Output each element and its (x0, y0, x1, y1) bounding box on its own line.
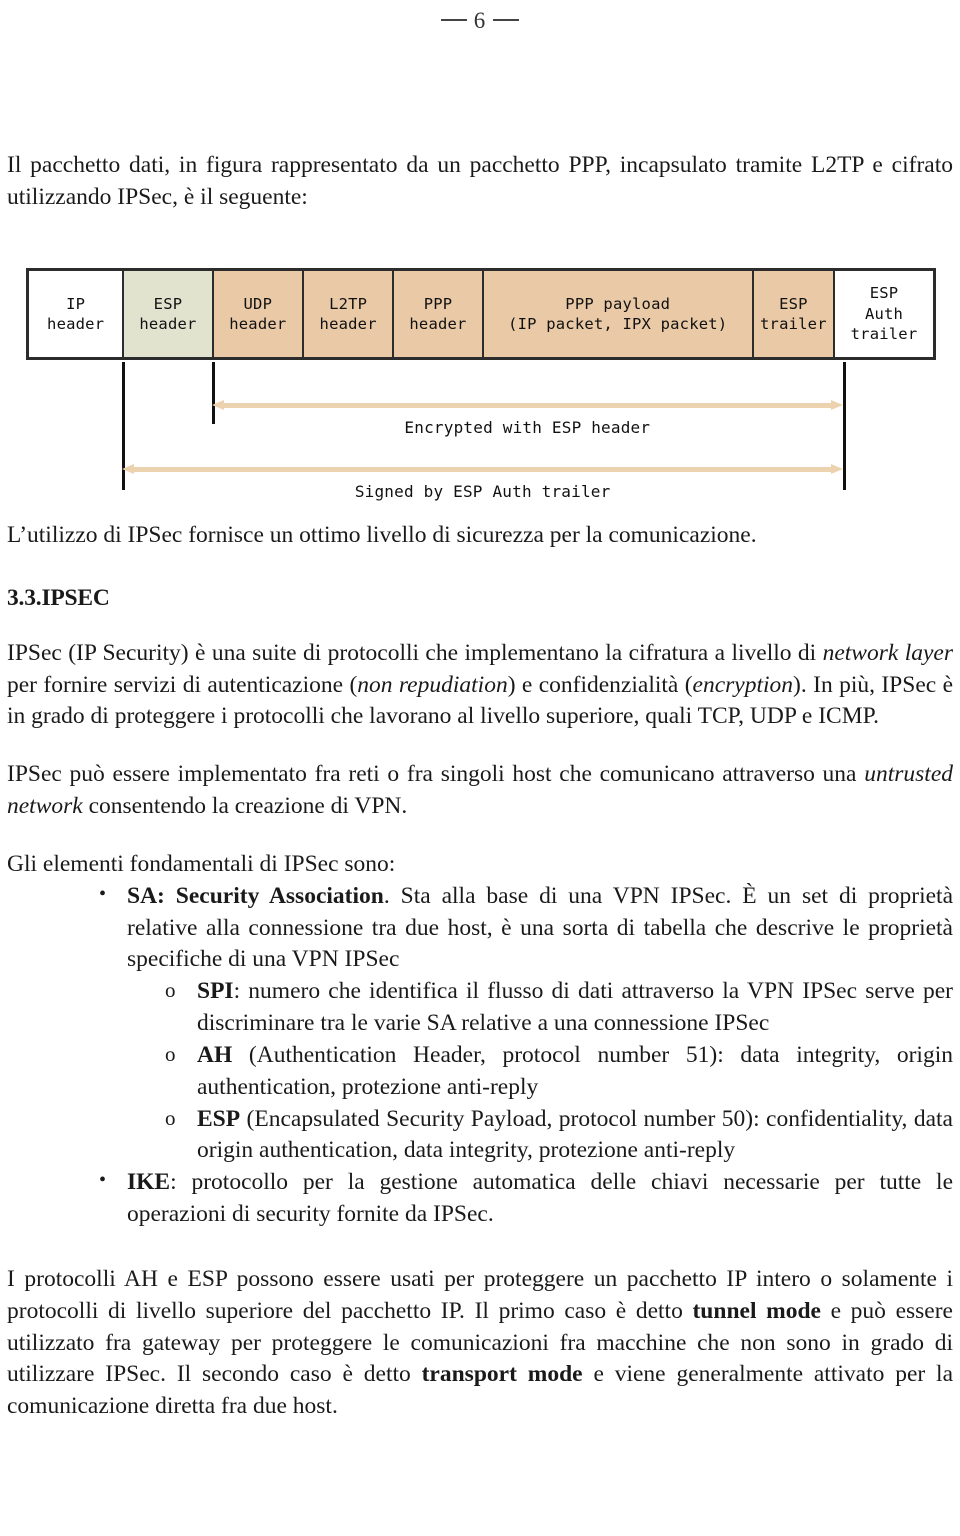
packet-cell-line: PPP (423, 294, 453, 313)
packet-cell-line: header (319, 315, 377, 333)
packet-cell: L2TP header (303, 271, 395, 357)
diagram-arrow-label: Encrypted with ESP header (404, 418, 651, 437)
sub-list-item-description: : numero che identifica il flusso di dat… (197, 978, 953, 1037)
text-segment: IPSec (IP Security) è una suite di proto… (7, 639, 823, 666)
packet-cell-line: UDP (243, 294, 273, 313)
circle-marker-icon: o (165, 1041, 176, 1066)
packet-field-row: IP header ESP header UDP header L2TP header PPP h… (26, 268, 936, 360)
arrow-shaft (133, 467, 833, 472)
emphasis-non-repudiation: non repudiation (357, 671, 508, 698)
ipsec-elements-list: • SA: Security Association. Sta alla base… (7, 881, 953, 1231)
sub-list-item-term: ESP (197, 1105, 241, 1132)
packet-cell-line: ESP (869, 284, 899, 303)
diagram-double-arrow (122, 464, 844, 475)
packet-cell-line: PPP payload (565, 294, 671, 313)
packet-cell-line: header (229, 315, 287, 333)
emphasis-encryption: encryption (692, 671, 794, 698)
ipsec-deployment-paragraph: IPSec può essere implementato fra reti o… (7, 759, 953, 823)
bullet-marker-icon: • (99, 882, 107, 905)
packet-cell-line: L2TP (329, 294, 368, 313)
text-segment: per fornire servizi di autenticazione ( (7, 671, 358, 698)
diagram-double-arrow (211, 400, 844, 411)
ipsec-definition-paragraph: IPSec (IP Security) è una suite di proto… (7, 638, 953, 733)
header-dash-left (440, 19, 467, 22)
header-dash-right (493, 19, 520, 22)
page-number: 6 (473, 8, 487, 33)
packet-cell: IP header (29, 271, 125, 357)
circle-marker-icon: o (165, 1105, 176, 1130)
packet-cell: ESP trailer (753, 271, 836, 357)
packet-cell-line: ESP (779, 294, 808, 313)
list-item-description: : protocollo per la gestione automatica … (127, 1169, 953, 1228)
strong-tunnel-mode: tunnel mode (692, 1297, 821, 1324)
sub-list-item-description: (Authentication Header, protocol number … (197, 1041, 953, 1100)
sub-list-item-term: SPI (197, 978, 234, 1005)
strong-transport-mode: transport mode (421, 1361, 583, 1388)
sub-list-item: o SPI: numero che identifica il flusso di… (153, 976, 953, 1040)
intro-block: Il pacchetto dati, in figura rappresenta… (7, 150, 953, 214)
packet-cell-line: (IP packet, IPX packet) (508, 315, 728, 333)
intro-paragraph: Il pacchetto dati, in figura rappresenta… (7, 152, 953, 210)
packet-cell: ESP header (124, 271, 214, 357)
packet-cell: ESP Auth trailer (835, 271, 933, 357)
packet-cell-line: header (139, 315, 197, 333)
list-item: • SA: Security Association. Sta alla base… (79, 881, 953, 1167)
page-number-header: 6 (0, 8, 960, 34)
packet-cell: UDP header (213, 271, 304, 357)
list-item: • IKE: protocollo per la gestione automat… (79, 1167, 953, 1231)
packet-cell-line: trailer (760, 315, 827, 333)
arrow-head-right (831, 400, 844, 410)
sub-list-item: o AH (Authentication Header, protocol num… (153, 1040, 953, 1104)
ipsec-sub-list: o SPI: numero che identifica il flusso di… (127, 976, 953, 1167)
list-item-term: IKE (127, 1169, 171, 1196)
sub-list-item: o ESP (Encapsulated Security Payload, pro… (153, 1104, 953, 1168)
arrow-shaft (222, 403, 833, 408)
packet-encapsulation-diagram: IP header ESP header UDP header L2TP header PPP h… (26, 268, 936, 501)
modes-paragraph: I protocolli AH e ESP possono essere usa… (7, 1264, 953, 1423)
emphasis-network-layer: network layer (822, 639, 953, 666)
arrow-head-right (831, 464, 844, 474)
list-lead-in: Gli elementi fondamentali di IPSec sono: (7, 850, 396, 877)
text-segment: consentendo la creazione di VPN. (82, 793, 408, 820)
sub-list-item-description: (Encapsulated Security Payload, protocol… (197, 1105, 953, 1164)
packet-cell: PPP header (394, 271, 484, 357)
packet-cell-line: header (409, 315, 467, 333)
diagram-arrow-label: Signed by ESP Auth trailer (354, 482, 611, 501)
sub-list-item-term: AH (197, 1041, 233, 1068)
body-block: L’utilizzo di IPSec fornisce un ottimo l… (7, 520, 953, 1423)
list-item-term: SA: Security Association (127, 882, 384, 909)
diagram-tick-mark (211, 362, 215, 424)
document-page: 6 Il pacchetto dati, in figura rappresen… (0, 0, 960, 1536)
packet-cell-line: header (47, 315, 105, 333)
circle-marker-icon: o (165, 978, 176, 1003)
packet-cell-line: ESP (153, 294, 183, 313)
text-segment: ) e confidenzialità ( (507, 671, 693, 698)
packet-cell-line: IP (66, 294, 86, 313)
packet-cell: PPP payload (IP packet, IPX packet) (483, 271, 754, 357)
packet-cell-line: trailer (850, 325, 918, 344)
diagram-tick-mark (843, 362, 847, 490)
packet-cell-line: Auth (864, 304, 904, 323)
section-heading-ipsec: 3.3.IPSEC (7, 584, 110, 611)
bullet-marker-icon: • (99, 1169, 107, 1192)
diagram-annotation-arrows: Encrypted with ESP header Signed by ESP A… (26, 360, 936, 501)
text-segment: IPSec può essere implementato fra reti o… (7, 761, 865, 788)
security-paragraph: L’utilizzo di IPSec fornisce un ottimo l… (7, 522, 757, 548)
